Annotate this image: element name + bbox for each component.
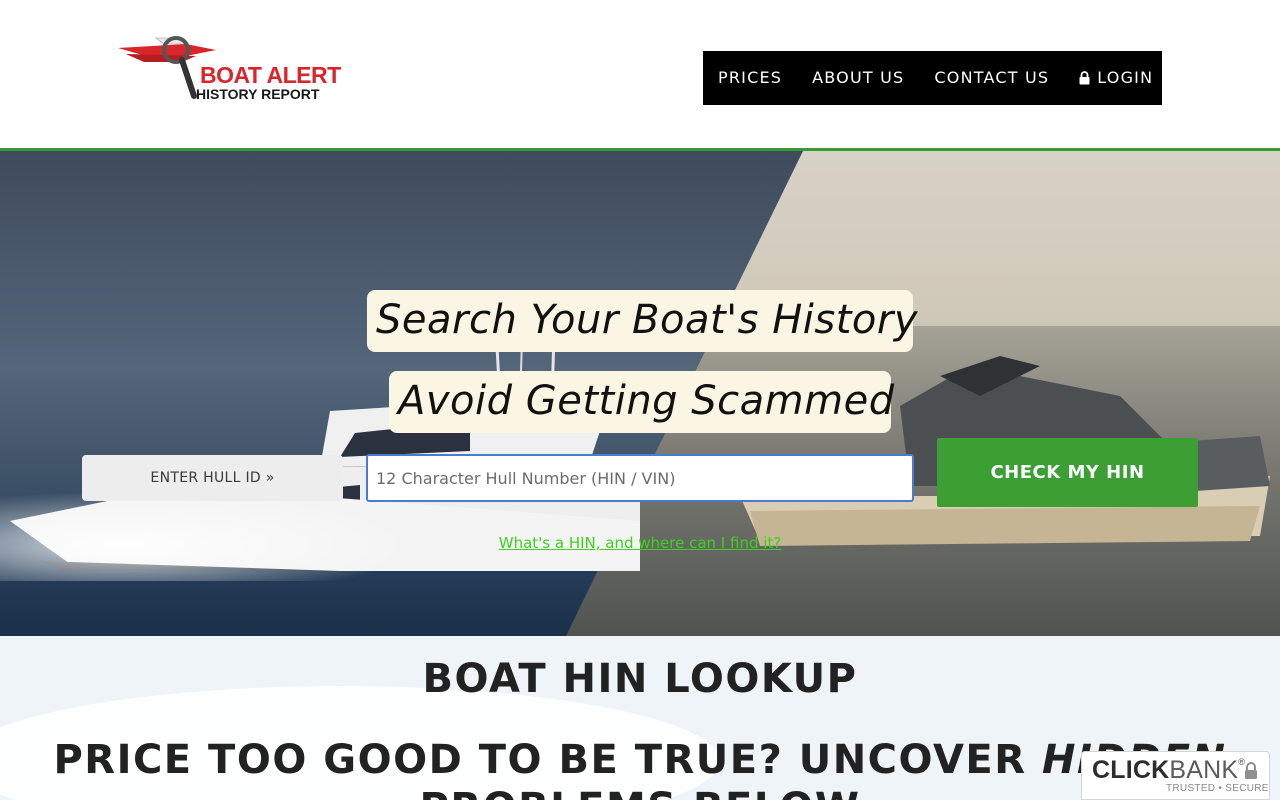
nav-prices[interactable]: PRICES bbox=[718, 70, 782, 86]
clickbank-bank: BANK bbox=[1169, 756, 1239, 784]
main-nav: PRICES ABOUT US CONTACT US LOGIN bbox=[703, 51, 1162, 105]
section-subtitle-part1: PRICE TOO GOOD TO BE TRUE? UNCOVER bbox=[53, 737, 1042, 783]
site-header: BOAT ALERT HISTORY REPORT PRICES ABOUT U… bbox=[0, 0, 1280, 148]
section-title: BOAT HIN LOOKUP bbox=[422, 656, 858, 702]
hero-headline-secondary: Avoid Getting Scammed bbox=[389, 371, 894, 433]
whats-a-hin-link: What's a HIN, and where can I find it? bbox=[0, 534, 1280, 552]
nav-contact-label: CONTACT US bbox=[934, 68, 1050, 87]
logo-title: BOAT ALERT bbox=[200, 62, 341, 88]
logo-subtitle: HISTORY REPORT bbox=[196, 86, 320, 102]
site-logo[interactable]: BOAT ALERT HISTORY REPORT bbox=[116, 34, 346, 106]
nav-login[interactable]: LOGIN bbox=[1079, 70, 1153, 86]
clickbank-tagline: TRUSTED • SECURE bbox=[1166, 783, 1269, 794]
hero-headline-primary: Search Your Boat's History bbox=[367, 290, 918, 352]
nav-contact-us[interactable]: CONTACT US bbox=[934, 70, 1049, 86]
nav-about-label: ABOUT US bbox=[812, 68, 905, 87]
nav-login-label: LOGIN bbox=[1097, 68, 1154, 87]
lock-icon bbox=[1079, 71, 1090, 85]
clickbank-click: CLICK bbox=[1092, 756, 1170, 784]
hin-search-input[interactable] bbox=[366, 454, 914, 502]
check-my-hin-button[interactable]: CHECK MY HIN bbox=[937, 438, 1198, 507]
lock-icon bbox=[1244, 762, 1258, 784]
enter-hull-id-label: ENTER HULL ID » bbox=[82, 455, 343, 501]
hero-banner: Search Your Boat's History Avoid Getting… bbox=[0, 151, 1280, 636]
whats-a-hin-link-text[interactable]: What's a HIN, and where can I find it? bbox=[499, 534, 782, 552]
clickbank-wordmark: CLICKBANK® bbox=[1092, 758, 1245, 783]
nav-prices-label: PRICES bbox=[718, 68, 783, 87]
nav-about-us[interactable]: ABOUT US bbox=[812, 70, 904, 86]
clickbank-badge[interactable]: CLICKBANK® TRUSTED • SECURE bbox=[1081, 751, 1270, 800]
